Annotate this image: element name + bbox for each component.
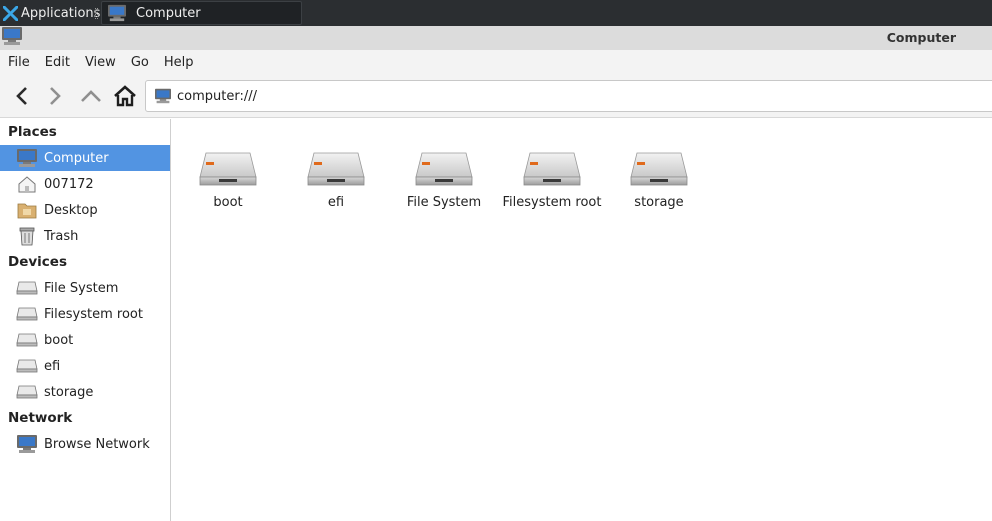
- sidebar-item-desktop[interactable]: Desktop: [0, 197, 170, 223]
- toolbar: computer:///: [0, 75, 992, 118]
- menu-go[interactable]: Go: [123, 55, 156, 70]
- sidebar-item-home[interactable]: 007172: [0, 171, 170, 197]
- computer-icon: [107, 4, 127, 22]
- drive-icon: [198, 149, 258, 189]
- sidebar-item-label: File System: [44, 280, 119, 296]
- menu-file[interactable]: File: [0, 55, 37, 70]
- drive-item-efi[interactable]: efi: [284, 149, 388, 210]
- menu-view[interactable]: View: [77, 55, 123, 70]
- drive-icon: [16, 355, 38, 377]
- desktop-folder-icon: [16, 199, 38, 221]
- drive-item-storage[interactable]: storage: [607, 149, 711, 210]
- drive-icon: [306, 149, 366, 189]
- window-computer-icon[interactable]: [1, 26, 23, 46]
- file-view[interactable]: boot efi File System Filesystem root sto…: [172, 119, 992, 521]
- forward-button[interactable]: [42, 83, 68, 109]
- applications-label: Applications: [21, 5, 101, 21]
- drive-icon: [16, 381, 38, 403]
- sidebar-item-file-system[interactable]: File System: [0, 275, 170, 301]
- sidebar-item-label: Filesystem root: [44, 306, 143, 322]
- sidebar-item-filesystem-root[interactable]: Filesystem root: [0, 301, 170, 327]
- taskbar-window-label: Computer: [136, 5, 201, 21]
- drive-icon: [522, 149, 582, 189]
- applications-menu-button[interactable]: Applications: [0, 0, 100, 26]
- computer-icon: [16, 147, 38, 169]
- sidebar-item-label: Desktop: [44, 202, 98, 218]
- drive-icon: [629, 149, 689, 189]
- home-button[interactable]: [112, 83, 138, 109]
- window-titlebar[interactable]: Computer: [0, 26, 992, 50]
- drive-item-filesystem-root[interactable]: Filesystem root: [500, 149, 604, 210]
- drive-item-label: storage: [634, 195, 684, 210]
- places-header: Places: [8, 124, 57, 140]
- taskbar-window-button[interactable]: Computer: [101, 1, 302, 25]
- drive-item-label: File System: [406, 195, 482, 210]
- taskbar: Applications Computer: [0, 0, 992, 26]
- sidebar-item-label: Trash: [44, 228, 79, 244]
- sidebar-item-label: 007172: [44, 176, 94, 192]
- sidebar-item-browse-network[interactable]: Browse Network: [0, 431, 170, 457]
- sidebar-item-computer[interactable]: Computer: [0, 145, 170, 171]
- location-text[interactable]: computer:///: [177, 89, 257, 104]
- home-folder-icon: [16, 173, 38, 195]
- network-header: Network: [8, 410, 73, 426]
- sidebar-item-boot[interactable]: boot: [0, 327, 170, 353]
- back-button[interactable]: [9, 83, 35, 109]
- sidebar-item-label: Browse Network: [44, 436, 150, 452]
- menubar: File Edit View Go Help: [0, 50, 992, 75]
- drive-item-boot[interactable]: boot: [176, 149, 280, 210]
- drive-icon: [16, 277, 38, 299]
- trash-icon: [16, 225, 38, 247]
- sidebar: Places Computer 007172 Desktop Trash Dev…: [0, 119, 171, 521]
- up-button[interactable]: [78, 83, 104, 109]
- drive-item-label: boot: [213, 195, 243, 210]
- window-title: Computer: [886, 30, 956, 45]
- home-icon: [114, 85, 136, 107]
- network-icon: [16, 433, 38, 455]
- xfce-logo-icon: [3, 5, 18, 21]
- sidebar-item-storage[interactable]: storage: [0, 379, 170, 405]
- drive-item-label: efi: [327, 195, 345, 210]
- drive-item-label: Filesystem root: [502, 195, 602, 210]
- chevron-right-icon: [50, 87, 61, 105]
- drive-icon: [414, 149, 474, 189]
- sidebar-item-label: boot: [44, 332, 74, 348]
- drive-icon: [16, 329, 38, 351]
- drive-icon: [16, 303, 38, 325]
- sidebar-item-label: Computer: [44, 150, 109, 166]
- menu-edit[interactable]: Edit: [37, 55, 77, 70]
- devices-header: Devices: [8, 254, 67, 270]
- sidebar-item-label: storage: [44, 384, 94, 400]
- drive-item-file-system[interactable]: File System: [392, 149, 496, 210]
- location-bar[interactable]: computer:///: [145, 80, 992, 112]
- sidebar-item-efi[interactable]: efi: [0, 353, 170, 379]
- computer-icon: [154, 88, 172, 104]
- sidebar-item-label: efi: [44, 358, 61, 374]
- taskbar-separator: [95, 8, 98, 19]
- chevron-left-icon: [16, 87, 27, 105]
- sidebar-item-trash[interactable]: Trash: [0, 223, 170, 249]
- chevron-up-icon: [81, 90, 101, 102]
- menu-help[interactable]: Help: [156, 55, 201, 70]
